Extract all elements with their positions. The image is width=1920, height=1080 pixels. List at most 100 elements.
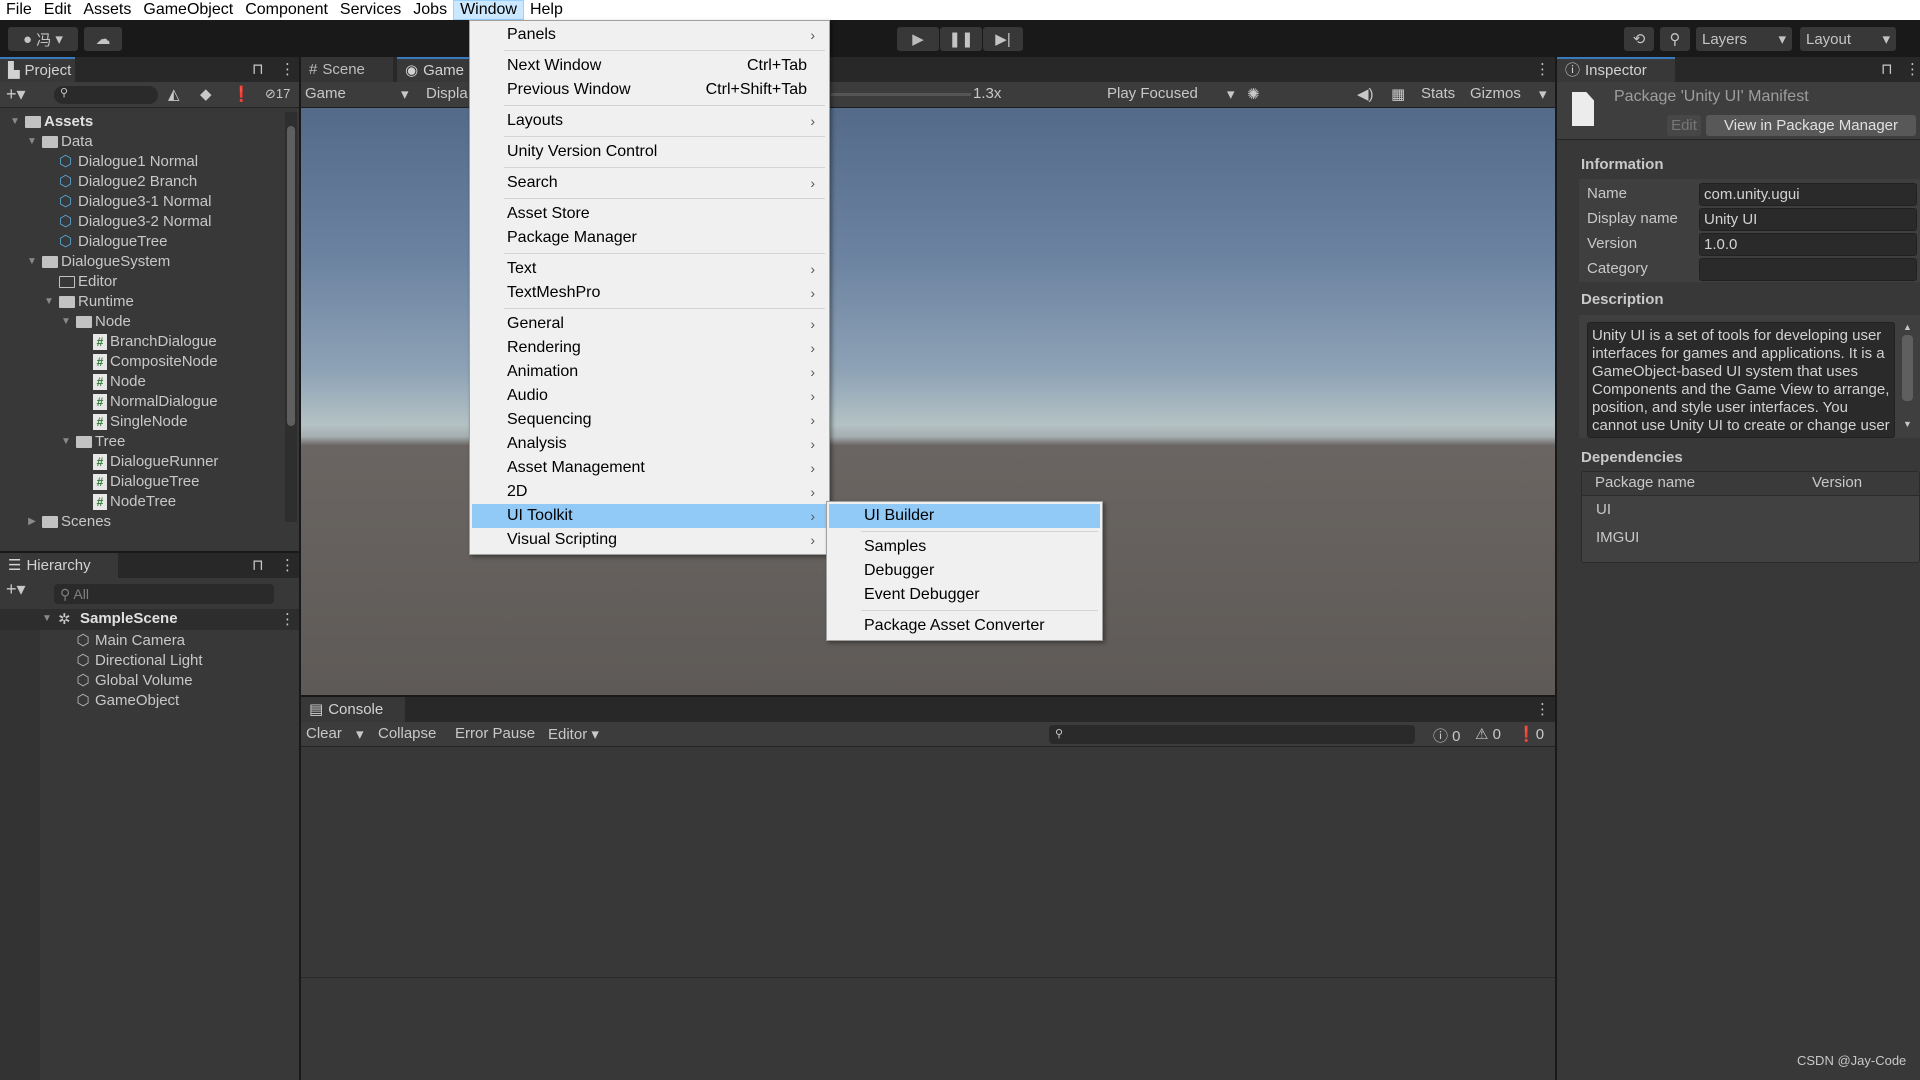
menu-item-2d[interactable]: 2D › <box>472 480 827 504</box>
category-field[interactable] <box>1699 258 1917 281</box>
warning-filter[interactable]: ⚠ 0 <box>1475 725 1501 743</box>
lock-icon[interactable]: ⊓ <box>1881 60 1893 78</box>
hierarchy-item[interactable]: ⬡ Directional Light <box>74 651 202 671</box>
tab-project[interactable]: ▙ Project <box>0 57 75 82</box>
clear-button[interactable]: Clear <box>306 725 342 742</box>
mute-audio-icon[interactable]: ◀) <box>1357 85 1374 103</box>
scale-slider[interactable] <box>831 93 971 96</box>
warning-filter-icon[interactable]: ❗ <box>232 85 251 103</box>
display-name-field[interactable]: Unity UI <box>1699 208 1917 231</box>
collapse-button[interactable]: Collapse <box>378 725 436 742</box>
menu-item-asset-management[interactable]: Asset Management › <box>472 456 827 480</box>
menu-item-package-manager[interactable]: Package Manager <box>472 226 827 250</box>
expand-arrow-icon[interactable]: ▼ <box>59 432 73 452</box>
menu-help[interactable]: Help <box>524 0 569 20</box>
menu-item-package-asset-converter[interactable]: Package Asset Converter <box>829 614 1100 638</box>
tree-item[interactable]: ▼ Data <box>25 132 93 152</box>
console-divider[interactable] <box>301 977 1555 978</box>
description-scrollbar[interactable]: ▲ ▼ <box>1900 322 1915 438</box>
tree-item[interactable]: # DialogueRunner <box>76 452 218 472</box>
editor-dropdown[interactable]: Editor ▾ <box>548 725 599 743</box>
clear-options-dropdown[interactable]: ▾ <box>356 725 364 743</box>
tree-item[interactable]: ▼ Node <box>59 312 131 332</box>
bug-icon[interactable]: ✺ <box>1247 85 1260 103</box>
menu-item-ui-builder[interactable]: UI Builder <box>829 504 1100 528</box>
project-scrollbar[interactable] <box>285 112 297 522</box>
more-icon[interactable]: ⋮ <box>280 556 295 574</box>
view-in-package-manager-button[interactable]: View in Package Manager <box>1706 115 1916 136</box>
menu-item-next-window[interactable]: Next Window Ctrl+Tab <box>472 54 827 78</box>
expand-arrow-icon[interactable]: ▼ <box>40 613 54 624</box>
lock-icon[interactable]: ⊓ <box>252 556 264 574</box>
menu-window[interactable]: Window <box>453 0 524 20</box>
tree-item[interactable]: Editor <box>42 272 117 292</box>
play-button[interactable]: ▶ <box>897 27 939 51</box>
layers-dropdown[interactable]: Layers ▾ <box>1696 27 1792 51</box>
dependency-row[interactable]: IMGUI <box>1582 524 1919 552</box>
stats-button[interactable]: Stats <box>1421 85 1455 102</box>
more-icon[interactable]: ⋮ <box>280 60 295 78</box>
error-pause-button[interactable]: Error Pause <box>455 725 535 742</box>
project-search-input[interactable]: ⚲ <box>54 86 158 104</box>
error-filter[interactable]: ❗0 <box>1517 725 1544 743</box>
step-button[interactable]: ▶| <box>983 27 1023 51</box>
tree-item[interactable]: # DialogueTree <box>76 472 200 492</box>
tree-item[interactable]: ▼ DialogueSystem <box>25 252 170 272</box>
scene-row[interactable]: ▼ ✲ SampleScene ⋮ <box>0 609 299 630</box>
menu-item-general[interactable]: General › <box>472 312 827 336</box>
layout-dropdown[interactable]: Layout ▾ <box>1800 27 1896 51</box>
expand-arrow-icon[interactable]: ▼ <box>8 112 22 132</box>
expand-arrow-icon[interactable]: ▶ <box>25 512 39 532</box>
display-dropdown[interactable]: Displa <box>426 85 468 102</box>
menu-item-text[interactable]: Text › <box>472 257 827 281</box>
tree-item[interactable]: ▼ Assets <box>8 112 93 132</box>
label-icon[interactable]: ◆ <box>200 85 212 103</box>
hierarchy-search-input[interactable]: ⚲ All <box>54 584 274 604</box>
description-text[interactable]: Unity UI is a set of tools for developin… <box>1587 322 1895 438</box>
hierarchy-item[interactable]: ⬡ GameObject <box>74 691 179 711</box>
dependency-row[interactable]: UI <box>1582 496 1919 524</box>
add-button[interactable]: +▾ <box>6 579 26 600</box>
menu-item-analysis[interactable]: Analysis › <box>472 432 827 456</box>
edit-button[interactable]: Edit <box>1667 115 1701 136</box>
menu-item-rendering[interactable]: Rendering › <box>472 336 827 360</box>
menu-item-ui-toolkit[interactable]: UI Toolkit › <box>472 504 827 528</box>
menu-item-event-debugger[interactable]: Event Debugger <box>829 583 1100 607</box>
menu-item-debugger[interactable]: Debugger <box>829 559 1100 583</box>
tree-item[interactable]: # CompositeNode <box>76 352 218 372</box>
expand-arrow-icon[interactable]: ▼ <box>59 312 73 332</box>
tab-hierarchy[interactable]: ☰ Hierarchy <box>0 553 118 578</box>
tree-item[interactable]: ▶ Scenes <box>25 512 111 532</box>
more-icon[interactable]: ⋮ <box>1535 60 1550 78</box>
tree-item[interactable]: ⬡ Dialogue3-1 Normal <box>42 192 211 212</box>
more-icon[interactable]: ⋮ <box>1905 60 1920 78</box>
tree-item[interactable]: ⬡ Dialogue1 Normal <box>42 152 198 172</box>
display-type-dropdown[interactable]: Game ▾ <box>305 85 413 103</box>
version-field[interactable]: 1.0.0 <box>1699 233 1917 256</box>
history-icon[interactable]: ⟲ <box>1624 27 1654 51</box>
tab-console[interactable]: ▤ Console <box>301 697 405 722</box>
search-icon[interactable]: ⚲ <box>1660 27 1690 51</box>
menu-item-unity-version-control[interactable]: Unity Version Control <box>472 140 827 164</box>
tree-item[interactable]: ▼ Runtime <box>42 292 134 312</box>
menu-item-animation[interactable]: Animation › <box>472 360 827 384</box>
menu-item-visual-scripting[interactable]: Visual Scripting › <box>472 528 827 552</box>
tree-item[interactable]: # BranchDialogue <box>76 332 217 352</box>
tree-item[interactable]: # Node <box>76 372 146 392</box>
info-filter[interactable]: ⓘ 0 <box>1433 725 1461 746</box>
more-icon[interactable]: ⋮ <box>1535 700 1550 718</box>
hierarchy-item[interactable]: ⬡ Global Volume <box>74 671 192 691</box>
menu-edit[interactable]: Edit <box>38 0 78 20</box>
tree-item[interactable]: ⬡ DialogueTree <box>42 232 168 252</box>
play-mode-dropdown[interactable]: Play Focused ▾ <box>1107 85 1237 103</box>
tab-scene[interactable]: # Scene <box>301 57 393 82</box>
menu-item-audio[interactable]: Audio › <box>472 384 827 408</box>
lock-icon[interactable]: ⊓ <box>252 60 264 78</box>
gizmos-button[interactable]: Gizmos <box>1470 85 1521 102</box>
menu-item-textmeshpro[interactable]: TextMeshPro › <box>472 281 827 305</box>
hidden-count[interactable]: ⊘17 <box>265 86 290 102</box>
name-field[interactable]: com.unity.ugui <box>1699 183 1917 206</box>
expand-arrow-icon[interactable]: ▼ <box>25 252 39 272</box>
menu-services[interactable]: Services <box>334 0 407 20</box>
menu-component[interactable]: Component <box>239 0 334 20</box>
